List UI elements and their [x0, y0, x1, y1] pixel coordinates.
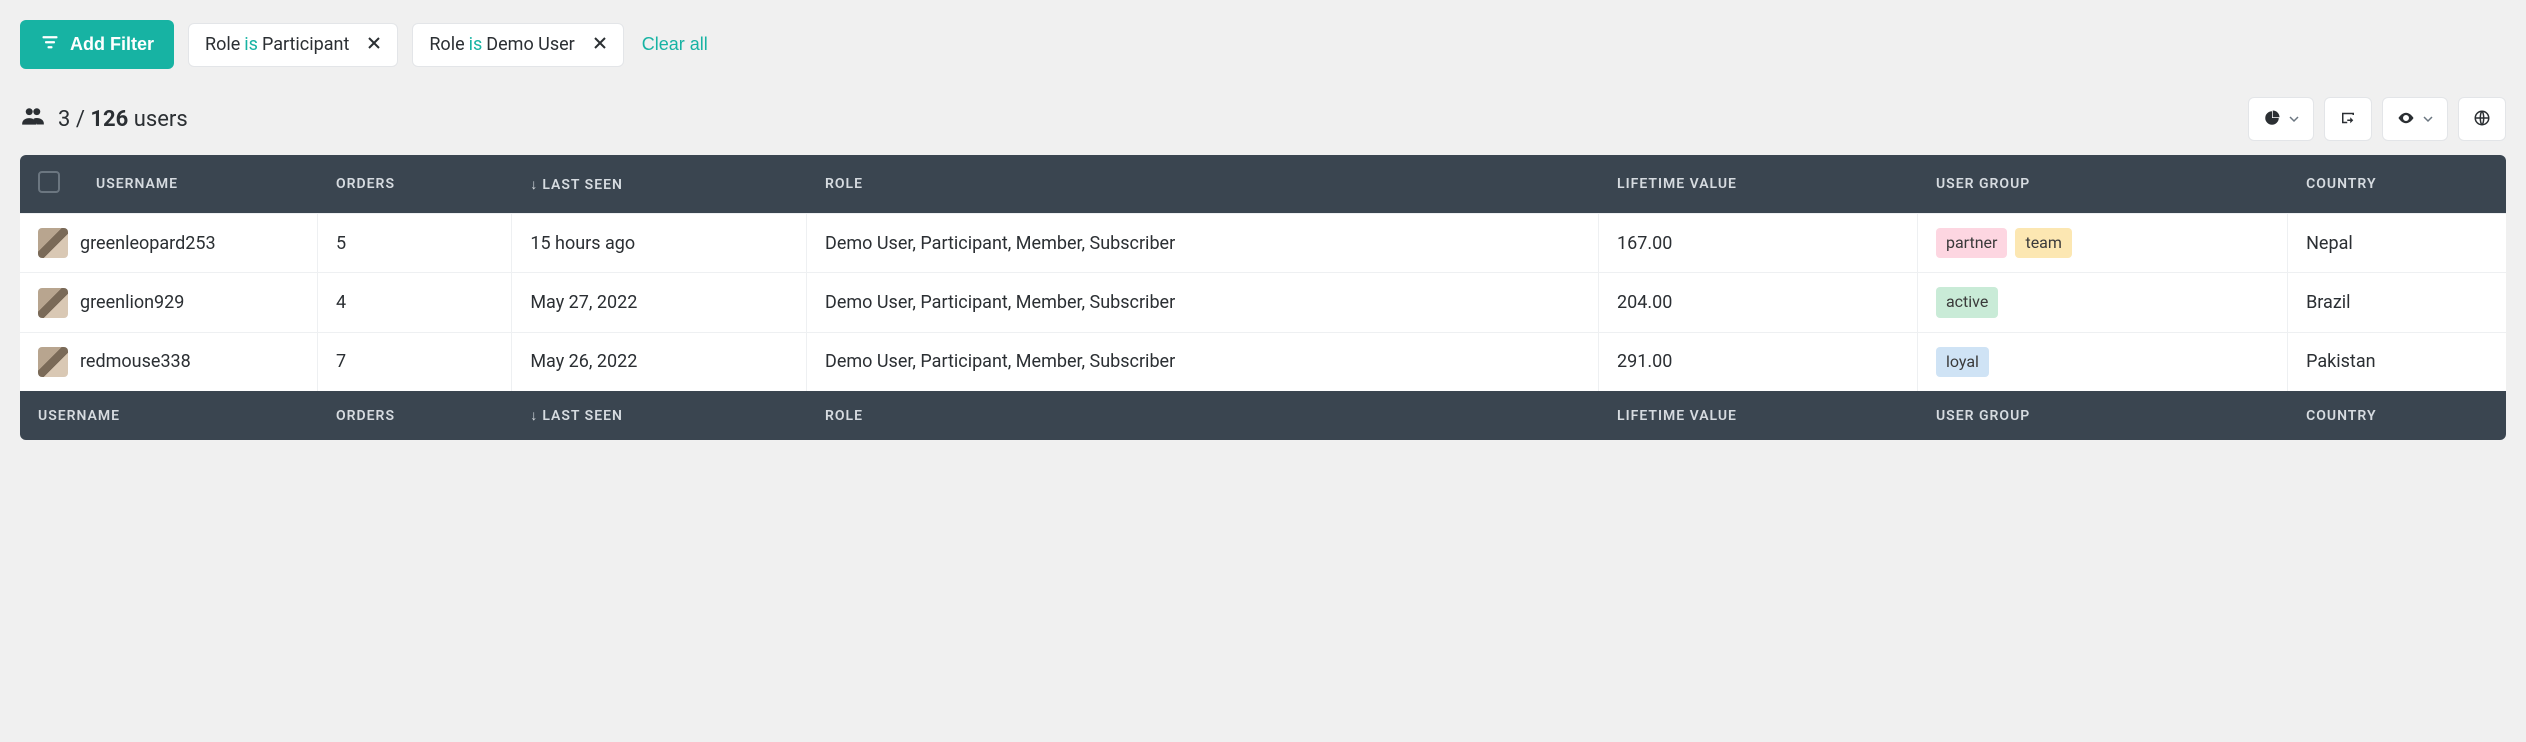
- col-lifetime-value-footer[interactable]: LIFETIME VALUE: [1599, 391, 1918, 440]
- user-avatar: [38, 347, 68, 377]
- visibility-button[interactable]: [2382, 97, 2448, 141]
- username: greenlion929: [80, 292, 184, 313]
- col-username[interactable]: USERNAME: [78, 155, 318, 213]
- filter-field: Role: [205, 34, 240, 55]
- user-avatar: [38, 288, 68, 318]
- filter-value: Demo User: [486, 34, 574, 55]
- col-country-footer[interactable]: COUNTRY: [2288, 391, 2506, 440]
- col-last-seen[interactable]: ↓LAST SEEN: [512, 155, 807, 213]
- summary-row: 3 / 126 users: [20, 97, 2506, 141]
- cell-role: Demo User, Participant, Member, Subscrib…: [807, 272, 1599, 331]
- cell-orders: 4: [318, 272, 512, 331]
- export-icon: [2339, 109, 2357, 130]
- table-row[interactable]: greenlion929 4May 27, 2022Demo User, Part…: [20, 272, 2506, 331]
- filter-field: Role: [429, 34, 464, 55]
- user-group-tag: partner: [1936, 228, 2007, 258]
- cell-country: Pakistan: [2288, 332, 2506, 391]
- filter-toolbar: Add Filter Role is Participant Role is D…: [20, 20, 2506, 69]
- cell-lifetime-value: 167.00: [1599, 213, 1918, 272]
- action-buttons: [2248, 97, 2506, 141]
- table-row[interactable]: greenleopard253 515 hours agoDemo User, P…: [20, 213, 2506, 272]
- user-avatar: [38, 228, 68, 258]
- count-sep: /: [76, 107, 85, 132]
- col-role-footer[interactable]: ROLE: [807, 391, 1599, 440]
- filter-value: Participant: [262, 34, 349, 55]
- close-icon: [367, 36, 381, 53]
- count-noun: users: [134, 107, 188, 132]
- col-last-seen-footer[interactable]: ↓LAST SEEN: [512, 391, 807, 440]
- add-filter-label: Add Filter: [70, 34, 154, 55]
- count-total: 126: [90, 107, 128, 132]
- col-orders[interactable]: ORDERS: [318, 155, 512, 213]
- users-icon: [20, 103, 46, 135]
- cell-lifetime-value: 291.00: [1599, 332, 1918, 391]
- globe-icon: [2473, 109, 2491, 130]
- chart-view-button[interactable]: [2248, 97, 2314, 141]
- users-table: USERNAME ORDERS ↓LAST SEEN ROLE LIFETIME…: [20, 155, 2506, 440]
- col-role[interactable]: ROLE: [807, 155, 1599, 213]
- cell-role: Demo User, Participant, Member, Subscrib…: [807, 213, 1599, 272]
- cell-user-group: active: [1918, 272, 2288, 331]
- user-group-tag: team: [2015, 228, 2071, 258]
- close-icon: [593, 36, 607, 53]
- remove-filter-button[interactable]: [363, 34, 385, 56]
- filter-chip[interactable]: Role is Participant: [188, 23, 398, 67]
- filter-operator: is: [244, 34, 258, 55]
- cell-orders: 5: [318, 213, 512, 272]
- filter-icon: [40, 32, 60, 57]
- cell-last-seen: May 27, 2022: [512, 272, 807, 331]
- cell-role: Demo User, Participant, Member, Subscrib…: [807, 332, 1599, 391]
- username: redmouse338: [80, 351, 191, 372]
- globe-button[interactable]: [2458, 97, 2506, 141]
- cell-country: Brazil: [2288, 272, 2506, 331]
- cell-last-seen: 15 hours ago: [512, 213, 807, 272]
- cell-user-group: partner team: [1918, 213, 2288, 272]
- select-all-checkbox[interactable]: [38, 171, 60, 193]
- table-body: greenleopard253515 hours agoDemo User, P…: [20, 213, 2506, 391]
- cell-lifetime-value: 204.00: [1599, 272, 1918, 331]
- export-button[interactable]: [2324, 97, 2372, 141]
- filter-operator: is: [469, 34, 483, 55]
- filter-chip[interactable]: Role is Demo User: [412, 23, 623, 67]
- username: greenleopard253: [80, 233, 216, 254]
- col-country[interactable]: COUNTRY: [2288, 155, 2506, 213]
- result-count: 3 / 126 users: [20, 103, 188, 135]
- col-user-group-footer[interactable]: USER GROUP: [1918, 391, 2288, 440]
- col-orders-footer[interactable]: ORDERS: [318, 391, 512, 440]
- table-footer: USERNAME ORDERS ↓LAST SEEN ROLE LIFETIME…: [20, 391, 2506, 440]
- user-group-tag: loyal: [1936, 347, 1989, 377]
- eye-icon: [2397, 109, 2415, 130]
- cell-orders: 7: [318, 332, 512, 391]
- pie-chart-icon: [2263, 109, 2281, 130]
- cell-user-group: loyal: [1918, 332, 2288, 391]
- cell-last-seen: May 26, 2022: [512, 332, 807, 391]
- sort-desc-icon: ↓: [530, 177, 538, 193]
- user-group-tag: active: [1936, 287, 1998, 317]
- remove-filter-button[interactable]: [589, 34, 611, 56]
- add-filter-button[interactable]: Add Filter: [20, 20, 174, 69]
- filter-chips: Role is Participant Role is Demo User: [188, 23, 624, 67]
- chevron-down-icon: [2423, 112, 2433, 127]
- col-lifetime-value[interactable]: LIFETIME VALUE: [1599, 155, 1918, 213]
- col-username-footer[interactable]: USERNAME: [20, 391, 318, 440]
- count-shown: 3: [58, 107, 70, 132]
- sort-desc-icon: ↓: [530, 408, 538, 424]
- table-header: USERNAME ORDERS ↓LAST SEEN ROLE LIFETIME…: [20, 155, 2506, 213]
- cell-country: Nepal: [2288, 213, 2506, 272]
- chevron-down-icon: [2289, 112, 2299, 127]
- clear-all-button[interactable]: Clear all: [638, 28, 712, 61]
- table-row[interactable]: redmouse338 7May 26, 2022Demo User, Parti…: [20, 332, 2506, 391]
- col-user-group[interactable]: USER GROUP: [1918, 155, 2288, 213]
